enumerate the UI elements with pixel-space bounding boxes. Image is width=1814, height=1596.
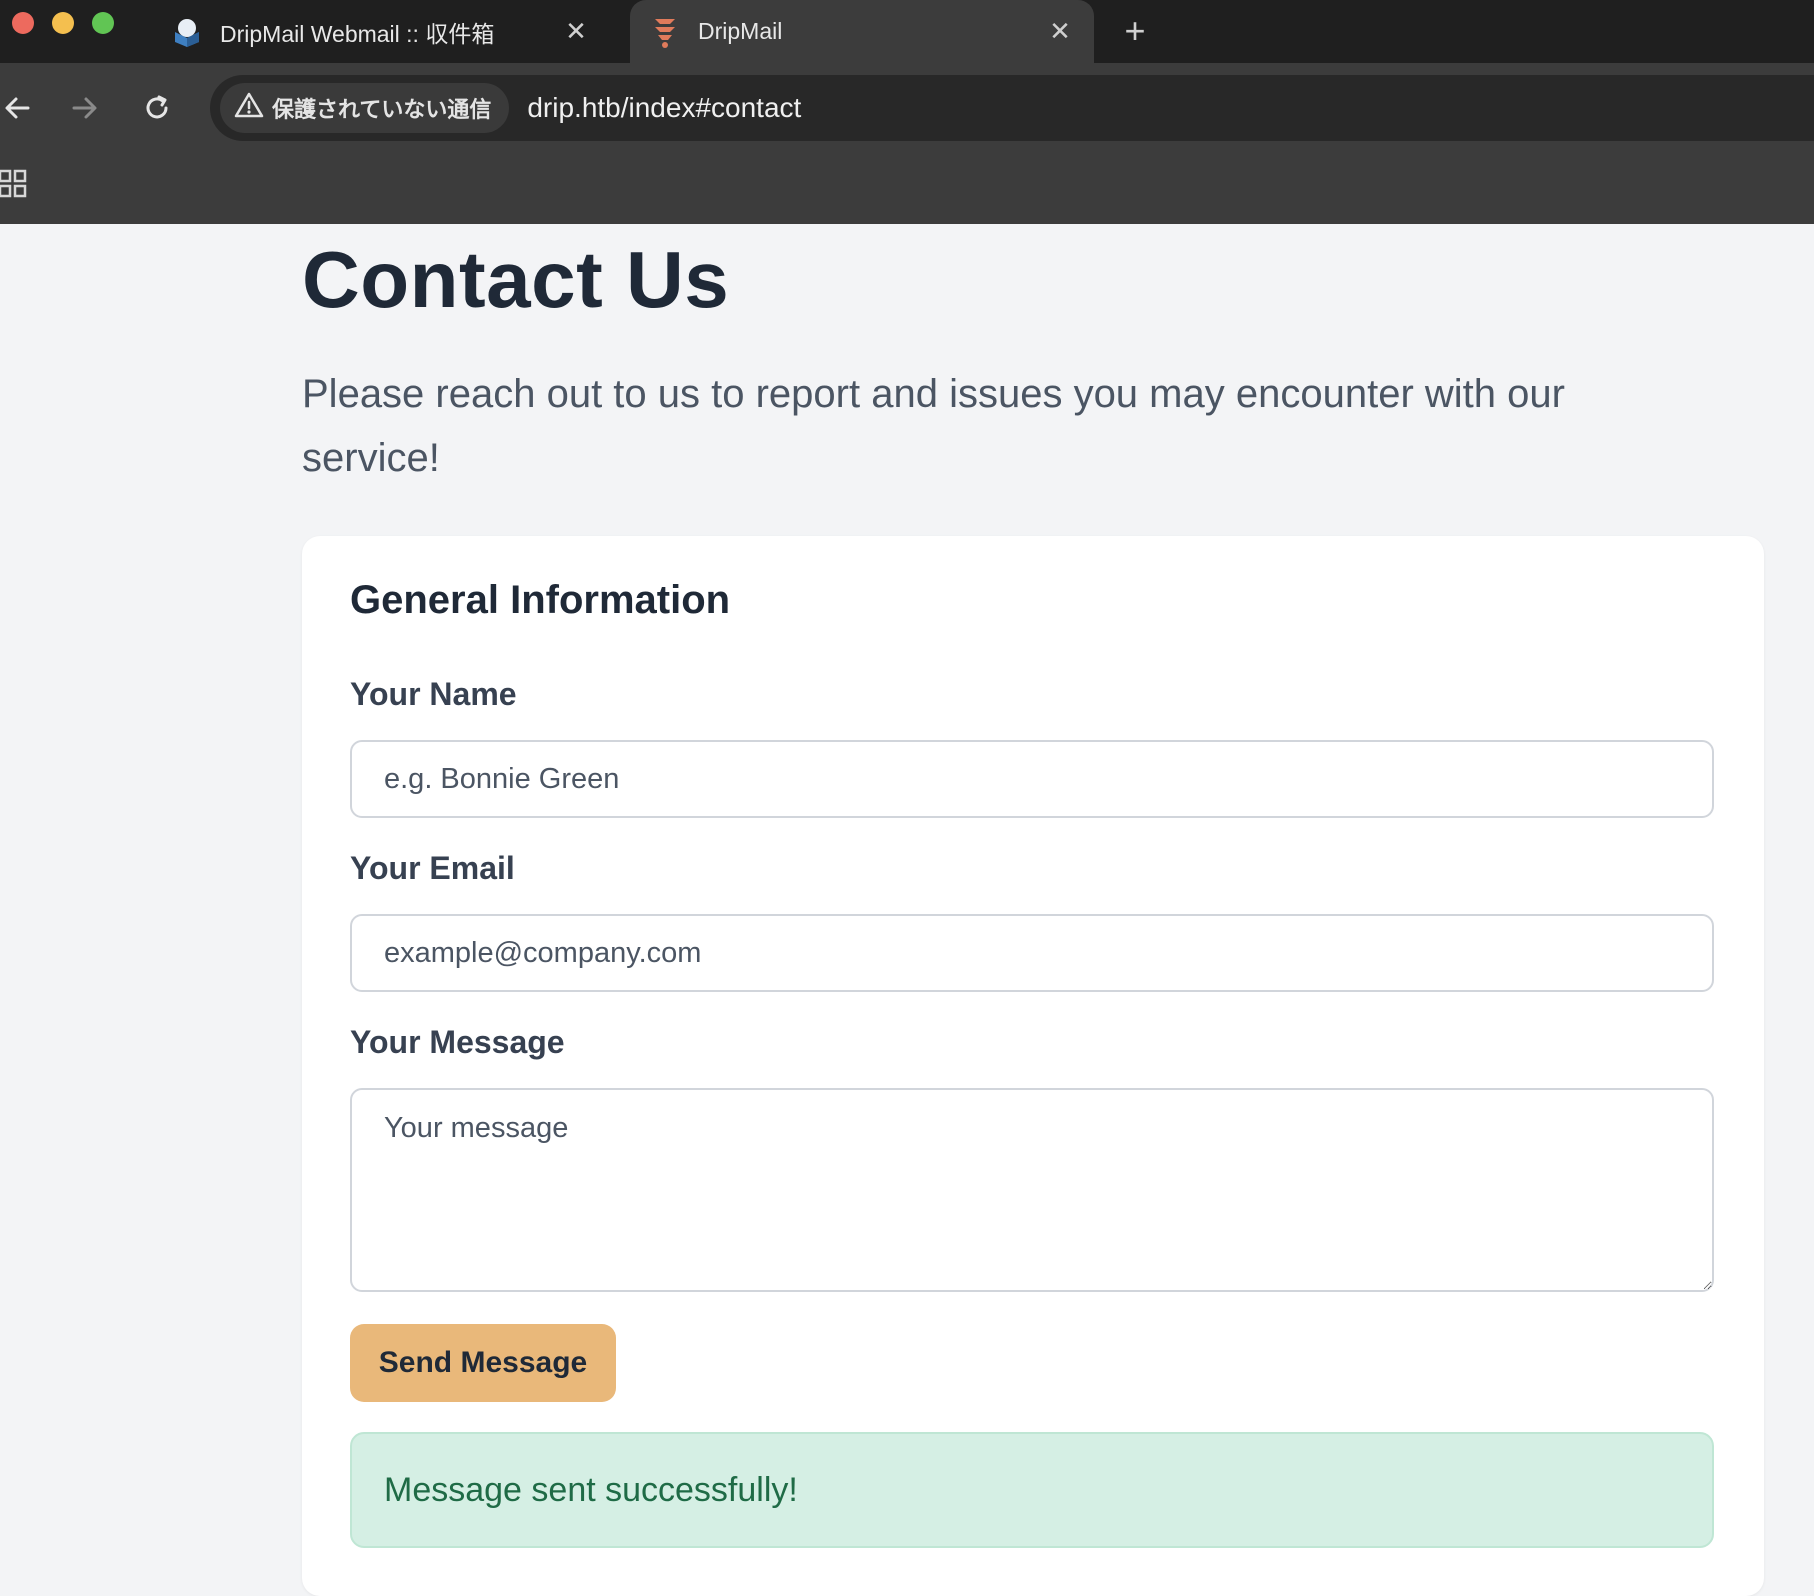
apps-grid-icon[interactable]: [0, 169, 28, 199]
window-zoom-button[interactable]: [92, 12, 114, 34]
send-message-button[interactable]: Send Message: [350, 1324, 616, 1402]
tab-title: DripMail Webmail :: 収件箱: [220, 20, 495, 47]
security-chip-label: 保護されていない通信: [272, 98, 492, 123]
email-input[interactable]: [350, 914, 1714, 992]
drip-logo-icon: [648, 15, 682, 49]
roundcube-icon: [170, 15, 204, 49]
browser-chrome: DripMail Webmail :: 収件箱 ✕ DripMail ✕ + 保…: [0, 0, 1814, 224]
name-label: Your Name: [350, 676, 517, 712]
tab-title: DripMail: [698, 18, 783, 44]
warning-icon: [234, 91, 264, 125]
tab-dripmail[interactable]: DripMail ✕: [630, 0, 1094, 63]
page-content: Contact Us Please reach out to us to rep…: [0, 224, 1814, 1596]
window-minimize-button[interactable]: [52, 12, 74, 34]
address-bar[interactable]: 保護されていない通信 drip.htb/index#contact: [210, 75, 1814, 141]
browser-toolbar: 保護されていない通信 drip.htb/index#contact: [0, 63, 1814, 153]
close-icon[interactable]: ✕: [1040, 12, 1080, 52]
form-heading: General Information: [350, 578, 731, 622]
name-input[interactable]: [350, 740, 1714, 818]
page-title: Contact Us: [302, 235, 730, 324]
email-label: Your Email: [350, 850, 515, 886]
tab-strip: DripMail Webmail :: 収件箱 ✕ DripMail ✕ +: [0, 0, 1814, 63]
success-alert: Message sent successfully!: [350, 1432, 1714, 1548]
new-tab-button[interactable]: +: [1112, 8, 1158, 54]
message-textarea[interactable]: [350, 1088, 1714, 1292]
reload-icon[interactable]: [134, 85, 180, 131]
success-message: Message sent successfully!: [384, 1470, 798, 1509]
forward-icon[interactable]: [62, 85, 108, 131]
message-label: Your Message: [350, 1024, 565, 1060]
security-chip[interactable]: 保護されていない通信: [220, 83, 510, 133]
contact-form-card: General Information Your Name Your Email…: [302, 536, 1764, 1596]
back-icon[interactable]: [0, 85, 40, 131]
url-text[interactable]: drip.htb/index#contact: [527, 92, 801, 124]
window-close-button[interactable]: [12, 12, 34, 34]
bookmarks-bar: [0, 153, 1814, 224]
tab-webmail[interactable]: DripMail Webmail :: 収件箱 ✕: [150, 0, 610, 63]
page-description: Please reach out to us to report and iss…: [302, 372, 1565, 480]
close-icon[interactable]: ✕: [556, 12, 596, 52]
